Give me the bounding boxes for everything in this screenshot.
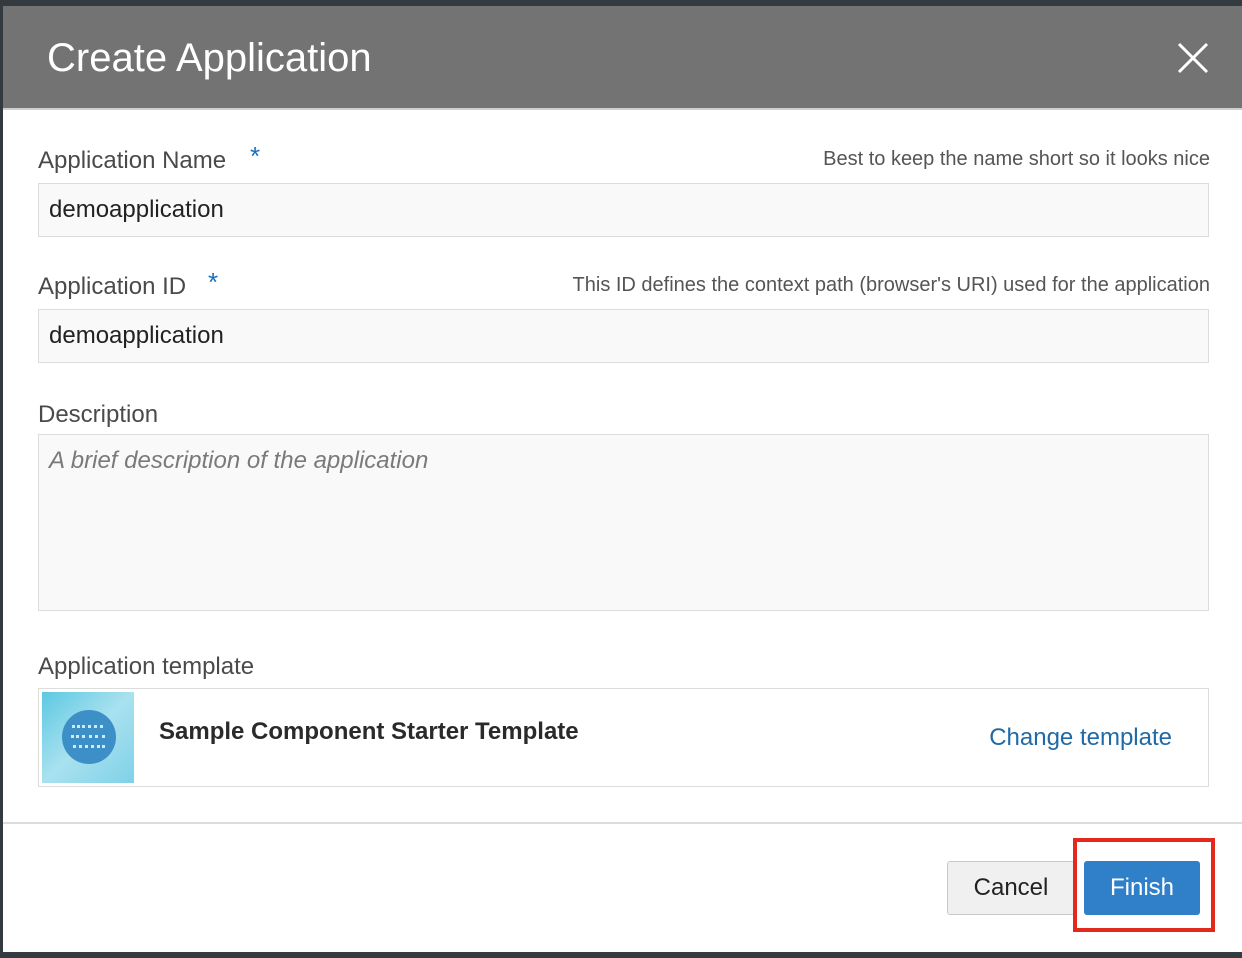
- template-logo-icon: [62, 710, 116, 764]
- template-thumbnail: [42, 692, 134, 783]
- close-icon: [1177, 42, 1209, 74]
- required-marker: *: [208, 267, 219, 297]
- app-id-label: Application ID: [38, 273, 187, 300]
- template-name: Sample Component Starter Template: [159, 718, 579, 745]
- change-template-link[interactable]: Change template: [989, 723, 1172, 753]
- dialog-title: Create Application: [47, 36, 372, 80]
- template-card: Sample Component Starter Template Change…: [38, 688, 1209, 787]
- close-button[interactable]: [1171, 36, 1215, 80]
- app-id-input[interactable]: [38, 309, 1209, 363]
- app-name-input[interactable]: [38, 183, 1209, 237]
- app-name-label: Application Name: [38, 147, 227, 174]
- finish-button[interactable]: Finish: [1084, 861, 1200, 915]
- footer-divider: [3, 822, 1242, 824]
- cancel-button[interactable]: Cancel: [947, 861, 1075, 915]
- template-label: Application template: [38, 653, 255, 680]
- required-marker: *: [250, 141, 261, 171]
- description-label: Description: [38, 401, 159, 428]
- app-name-hint: Best to keep the name short so it looks …: [823, 148, 1210, 170]
- description-textarea[interactable]: [38, 434, 1209, 611]
- create-application-dialog: Create Application Application Name * Be…: [3, 6, 1242, 952]
- app-id-hint: This ID defines the context path (browse…: [572, 274, 1210, 296]
- dialog-header: Create Application: [3, 6, 1242, 110]
